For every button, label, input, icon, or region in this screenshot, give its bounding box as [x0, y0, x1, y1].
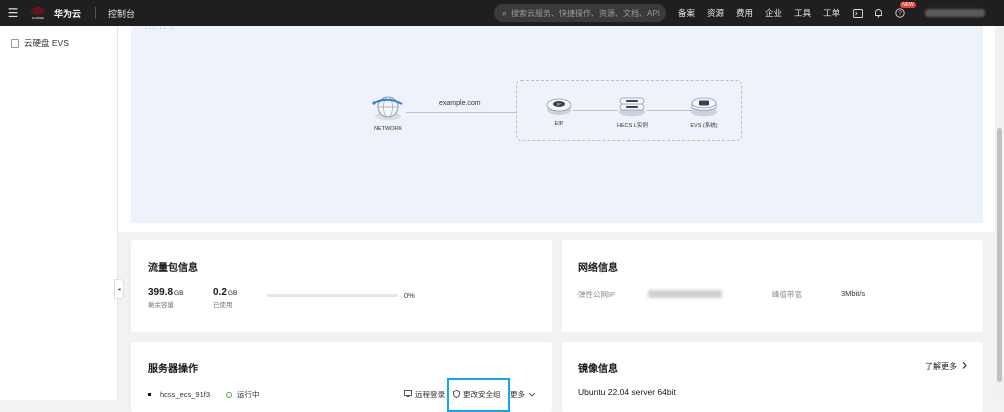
huawei-cloud-logo[interactable]: HUAWEI 华为云	[30, 6, 81, 20]
nav-resources[interactable]: 资源	[707, 7, 724, 19]
server-stack-icon	[619, 97, 646, 117]
eip-node[interactable]: IP EIP	[546, 95, 572, 127]
svg-text:?: ?	[898, 11, 902, 17]
traffic-card-title: 流量包信息	[148, 263, 198, 274]
eip-label: 弹性公网IP	[578, 290, 616, 299]
learn-more-link[interactable]: 了解更多	[925, 361, 967, 372]
usage-progress-bar	[267, 294, 398, 297]
server-name[interactable]: hcss_ecs_91f3	[160, 390, 210, 399]
image-info-card: 镜像信息 了解更多 Ubuntu 22.04 server 64bit	[562, 342, 983, 412]
account-name-redacted[interactable]	[925, 9, 986, 17]
chevron-right-icon	[962, 362, 967, 371]
evs-node-label: EVS (系统)	[690, 123, 718, 129]
used-stat: 0.2GB 已使用	[213, 287, 237, 309]
sidebar: 云硬盘 EVS	[0, 26, 118, 400]
os-image-name: Ubuntu 22.04 server 64bit	[578, 387, 676, 397]
hecs-node[interactable]: HECS L实例	[617, 95, 648, 129]
terminal-icon[interactable]	[852, 8, 863, 19]
remaining-unit: GB	[174, 290, 184, 297]
status-badge: 运行中	[226, 389, 260, 400]
top-navigation-bar: ☰ HUAWEI 华为云 控制台 ⌕ 搜索云服务、快捷操作、资源、文档、API …	[0, 0, 1004, 26]
used-label: 已使用	[213, 302, 233, 309]
search-placeholder: 搜索云服务、快捷操作、资源、文档、API	[511, 8, 660, 18]
monitor-icon	[404, 390, 412, 399]
topology-card: ··· ·· · NETWORK example.com IP EIP HECS…	[118, 24, 995, 232]
eip-value-redacted[interactable]	[648, 290, 722, 298]
learn-more-label: 了解更多	[925, 362, 957, 371]
nav-tickets[interactable]: 工单	[823, 7, 840, 19]
main-content: ··· ·· · NETWORK example.com IP EIP HECS…	[118, 24, 998, 412]
bell-icon[interactable]	[873, 8, 884, 19]
status-running-icon	[226, 391, 233, 398]
huawei-logo-icon: HUAWEI	[30, 6, 46, 20]
image-card-title: 镜像信息	[578, 364, 618, 375]
status-text: 运行中	[237, 390, 260, 399]
server-ops-title: 服务器操作	[148, 364, 198, 375]
chevron-down-icon	[528, 390, 536, 399]
hecs-node-label: HECS L实例	[617, 123, 648, 129]
evs-node[interactable]: EVS (系统)	[689, 95, 719, 129]
help-icon[interactable]: ? NEW	[894, 1, 916, 19]
bandwidth-value: 3Mbit/s	[841, 289, 866, 298]
network-node[interactable]: NETWORK	[371, 94, 405, 132]
server-operations-card: 服务器操作 hcss_ecs_91f3 运行中 远程登录 更改安全组 更多	[131, 342, 552, 412]
global-search-input[interactable]: ⌕ 搜索云服务、快捷操作、资源、文档、API	[494, 4, 666, 22]
network-card: 网络信息 弹性公网IP 峰值带宽 3Mbit/s	[562, 240, 983, 332]
topology-diagram: ··· ·· · NETWORK example.com IP EIP HECS…	[131, 24, 983, 223]
topbar-nav: 备案 资源 费用 企业 工具 工单 ? NEW	[678, 0, 986, 26]
network-node-label: NETWORK	[373, 126, 403, 132]
focus-highlight-box	[447, 378, 510, 412]
globe-network-icon	[372, 96, 403, 120]
nav-billing[interactable]: 费用	[736, 7, 753, 19]
eip-hecs-link	[573, 110, 618, 111]
server-row: hcss_ecs_91f3 运行中	[148, 389, 260, 400]
disk-icon	[691, 97, 717, 117]
nav-beian[interactable]: 备案	[678, 7, 695, 19]
remote-login-label: 远程登录	[415, 390, 445, 399]
bandwidth-label: 峰值带宽	[772, 290, 802, 299]
eip-node-label: EIP	[554, 121, 564, 127]
nav-enterprise[interactable]: 企业	[765, 7, 782, 19]
menu-icon[interactable]: ☰	[0, 0, 26, 26]
usage-percent: 0%	[404, 291, 415, 300]
brand-name: 华为云	[54, 8, 82, 19]
domain-label: example.com	[439, 100, 481, 107]
more-label: 更多	[510, 390, 525, 399]
network-card-title: 网络信息	[578, 263, 618, 274]
remaining-stat: 399.8GB 剩余容量	[148, 287, 183, 309]
hecs-evs-link	[647, 110, 693, 111]
nav-tools[interactable]: 工具	[794, 7, 811, 19]
remaining-value: 399.8	[148, 287, 174, 298]
remaining-label: 剩余容量	[148, 302, 174, 309]
topology-title-fragment: ··· ·· ·	[145, 24, 174, 33]
page-scrollbar-thumb[interactable]	[997, 128, 1002, 382]
used-unit: GB	[227, 290, 238, 297]
network-link-line	[406, 112, 516, 113]
bullet	[148, 393, 151, 396]
eip-disc-icon: IP	[546, 98, 572, 115]
remote-login-button[interactable]: 远程登录	[404, 389, 445, 400]
more-actions-dropdown[interactable]: 更多	[510, 389, 536, 400]
huawei-wordmark: HUAWEI	[32, 16, 44, 20]
topbar-divider	[95, 7, 97, 19]
sidebar-item-evs[interactable]: 云硬盘 EVS	[0, 26, 117, 49]
traffic-card: 流量包信息 399.8GB 剩余容量 0.2GB 已使用 0%	[131, 240, 552, 332]
sidebar-item-label: 云硬盘 EVS	[24, 38, 69, 48]
new-badge: NEW	[900, 1, 916, 8]
search-icon: ⌕	[502, 7, 508, 18]
used-value: 0.2	[213, 287, 227, 298]
disk-icon	[11, 38, 19, 48]
console-link[interactable]: 控制台	[108, 7, 135, 20]
